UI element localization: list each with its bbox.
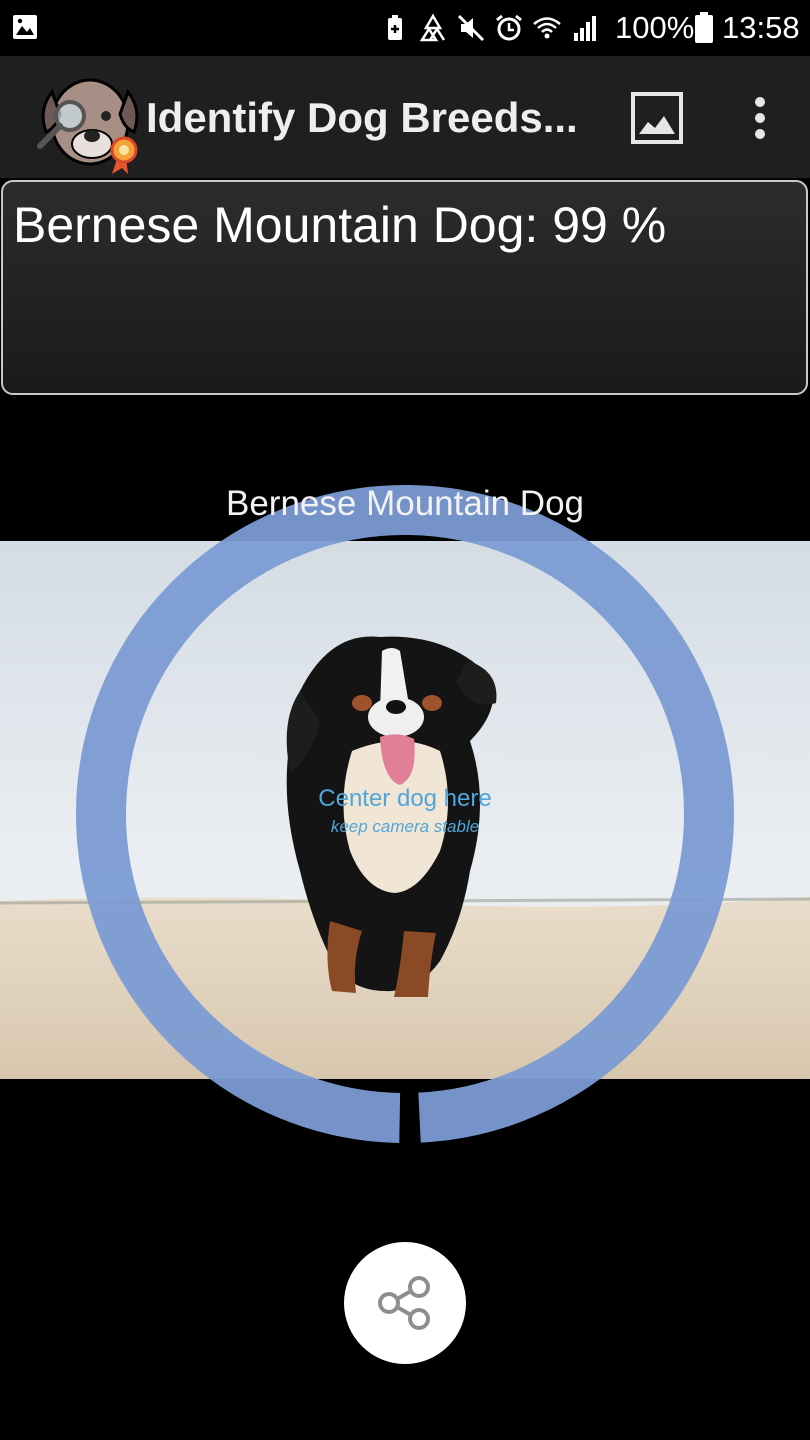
- share-button[interactable]: [344, 1242, 466, 1364]
- wifi-icon: [533, 17, 561, 39]
- recycle-icon: [419, 13, 446, 42]
- image-gallery-icon[interactable]: [628, 90, 686, 146]
- share-icon: [378, 1276, 430, 1330]
- status-icons: [380, 10, 600, 46]
- app-bar: Identify Dog Breeds...: [0, 56, 810, 178]
- alarm-icon: [496, 14, 522, 41]
- more-vertical-icon[interactable]: [740, 90, 780, 146]
- breed-label: Bernese Mountain Dog: [226, 484, 584, 523]
- battery-icon: [695, 12, 713, 43]
- mute-icon: [457, 14, 485, 42]
- dog-magnifier-logo-icon: [37, 78, 139, 174]
- battery-percent: 100%: [615, 10, 695, 45]
- image-notification-icon: [13, 15, 37, 39]
- status-bar: 100% 13:58: [0, 0, 810, 56]
- signal-icon: [574, 16, 596, 41]
- center-hint: Center dog here: [318, 785, 492, 812]
- battery-saver-icon: [388, 15, 402, 40]
- result-text: Bernese Mountain Dog: 99 %: [13, 197, 667, 253]
- status-time: 13:58: [722, 10, 800, 45]
- result-panel: Bernese Mountain Dog: 99 %: [1, 180, 808, 395]
- app-title: Identify Dog Breeds...: [146, 94, 578, 141]
- center-subhint: keep camera stable: [330, 817, 480, 836]
